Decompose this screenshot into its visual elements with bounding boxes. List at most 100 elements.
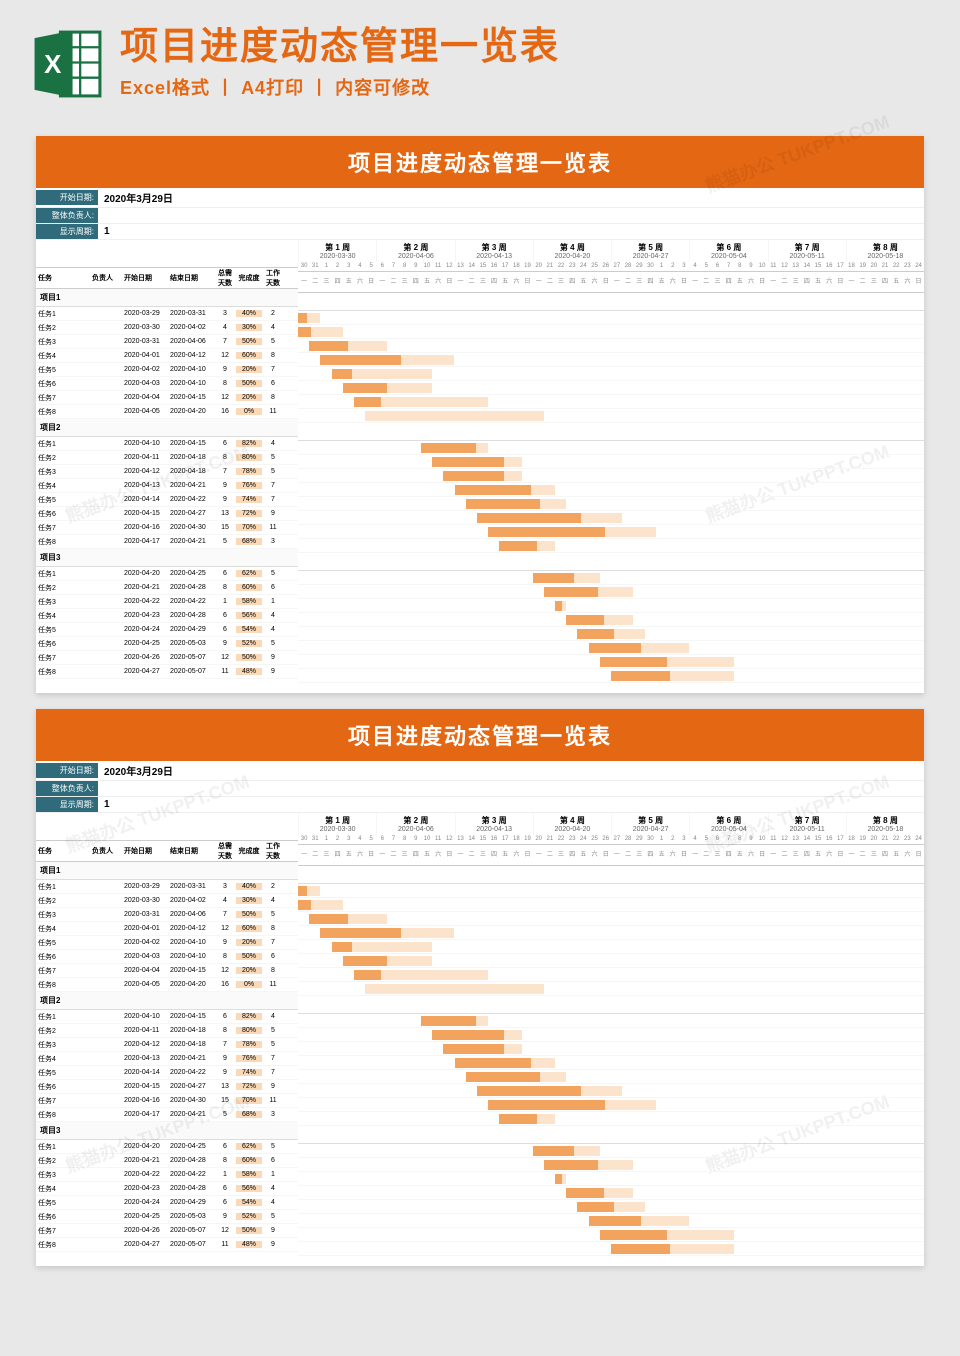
gantt-bar-fg [477,1086,582,1096]
gantt-row [298,655,924,669]
gantt-row [298,483,924,497]
gantt-row [298,669,924,683]
page-header: X 项目进度动态管理一览表 Excel格式 丨 A4打印 丨 内容可修改 [0,0,960,120]
task-row: 任务62020-04-032020-04-10850%6 [36,950,298,964]
gantt-row [298,599,924,613]
gantt-bar-fg [488,1100,605,1110]
gantt-bar-fg [466,1072,540,1082]
gantt-bar-fg [298,900,311,910]
gantt-bar-fg [443,1044,504,1054]
task-row: 任务22020-03-302020-04-02430%4 [36,321,298,335]
task-row: 任务52020-04-022020-04-10920%7 [36,363,298,377]
gantt-row [298,585,924,599]
gantt-bar-fg [343,383,388,393]
dayname-row: 一二三四五六日一二三四五六日一二三四五六日一二三四五六日一二三四五六日一二三四五… [298,272,924,292]
gantt-bar-fg [499,541,537,551]
meta-start-value: 2020年3月29日 [98,188,179,207]
gantt-row [298,884,924,898]
gantt-row [298,571,924,585]
gantt-row [298,367,924,381]
gantt-row [298,381,924,395]
task-row: 任务32020-03-312020-04-06750%5 [36,335,298,349]
gantt-row [298,1242,924,1256]
gantt-bar-fg [320,355,400,365]
gantt-row [298,353,924,367]
gantt-bar-fg [455,1058,531,1068]
gantt-bar-fg [421,443,476,453]
task-row: 任务82020-04-052020-04-20160%11 [36,405,298,419]
task-row: 任务62020-04-152020-04-271372%9 [36,507,298,521]
task-row: 任务22020-04-212020-04-28860%6 [36,1154,298,1168]
task-row: 任务82020-04-172020-04-21568%3 [36,1108,298,1122]
gantt-bar-fg [589,643,641,653]
gantt-bar-fg [555,1174,561,1184]
gantt-bar-fg [432,457,504,467]
group-header: 项目2 [36,992,298,1010]
daynum-row: 3031123456789101112131415161718192021222… [298,835,924,844]
task-row: 任务32020-04-122020-04-18778%5 [36,1038,298,1052]
gantt-bar-fg [611,1244,670,1254]
excel-icon: X [30,26,106,102]
gantt-row [298,1214,924,1228]
task-row: 任务72020-04-262020-05-071250%9 [36,1224,298,1238]
group-header: 项目2 [36,419,298,437]
gantt-row [298,968,924,982]
gantt-bar-fg [477,513,582,523]
gantt-bar-fg [499,1114,537,1124]
gantt-row [298,1186,924,1200]
task-row: 任务82020-04-172020-04-21568%3 [36,535,298,549]
task-row: 任务82020-04-272020-05-071148%9 [36,1238,298,1252]
page-subtitle: Excel格式 丨 A4打印 丨 内容可修改 [120,74,560,100]
gantt-row [298,912,924,926]
gantt-row [298,926,924,940]
meta-cycle-value: 1 [98,797,116,812]
gantt-row [298,898,924,912]
column-header: 任务负责人开始日期结束日期总需天数完成度工作天数 [36,267,298,289]
group-header: 项目3 [36,1122,298,1140]
gantt-row [298,539,924,553]
gantt-row [298,1144,924,1158]
gantt-bar-fg [488,527,605,537]
task-row: 任务12020-04-202020-04-25662%5 [36,1140,298,1154]
gantt-row [298,940,924,954]
task-row: 任务42020-04-232020-04-28656%4 [36,609,298,623]
group-header: 项目1 [36,289,298,307]
task-row: 任务12020-04-102020-04-15682%4 [36,437,298,451]
gantt-bar-fg [309,341,348,351]
task-row: 任务52020-04-242020-04-29654%4 [36,623,298,637]
gantt-bar-fg [309,914,348,924]
gantt-bar-fg [298,327,311,337]
group-header: 项目1 [36,862,298,880]
svg-text:X: X [44,51,61,79]
gantt-row [298,1070,924,1084]
gantt-bar-fg [533,1146,575,1156]
task-row: 任务32020-03-312020-04-06750%5 [36,908,298,922]
sheet-title: 项目进度动态管理一览表 [36,709,924,761]
gantt-row [298,627,924,641]
gantt-bar-fg [455,485,531,495]
gantt-bar-fg [421,1016,476,1026]
meta-leader-label: 整体负责人: [36,781,98,796]
task-row: 任务72020-04-262020-05-071250%9 [36,651,298,665]
task-row: 任务72020-04-042020-04-151220%8 [36,964,298,978]
gantt-bar-fg [432,1030,504,1040]
gantt-bar-fg [577,629,613,639]
group-header: 项目3 [36,549,298,567]
task-row: 任务42020-04-012020-04-121260%8 [36,922,298,936]
task-row: 任务52020-04-022020-04-10920%7 [36,936,298,950]
gantt-row [298,525,924,539]
meta-leader-value [98,214,110,218]
gantt-bar-fg [544,1160,598,1170]
gantt-row [298,954,924,968]
gantt-row [298,311,924,325]
task-row: 任务72020-04-162020-04-301570%11 [36,1094,298,1108]
task-row: 任务72020-04-162020-04-301570%11 [36,521,298,535]
gantt-row [298,325,924,339]
gantt-bar-fg [298,313,307,323]
gantt-bar-fg [354,397,381,407]
gantt-row [298,613,924,627]
task-row: 任务52020-04-142020-04-22974%7 [36,1066,298,1080]
task-row: 任务22020-04-112020-04-18880%5 [36,1024,298,1038]
gantt-row [298,1014,924,1028]
gantt-bar-fg [443,471,504,481]
